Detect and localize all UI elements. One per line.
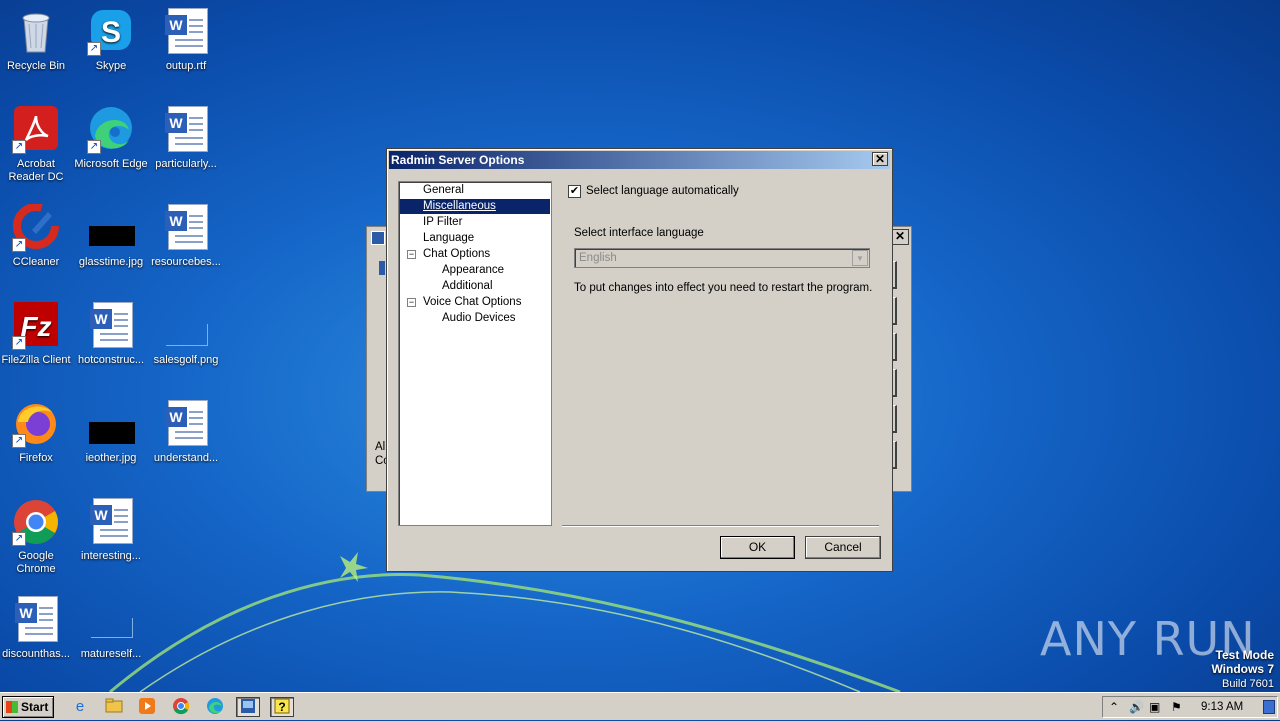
desktop-icon-skype[interactable]: S ↗ Skype — [73, 8, 149, 73]
edge-icon: ↗ — [87, 106, 135, 154]
auto-language-checkbox[interactable]: ✔ — [568, 185, 581, 198]
volume-icon[interactable]: 🔊 — [1129, 700, 1144, 714]
desktop-icon-salesgolf[interactable]: salesgolf.png — [148, 302, 224, 367]
svg-text:S: S — [101, 16, 121, 49]
chevron-up-icon[interactable]: ⌃ — [1109, 700, 1119, 714]
collapse-icon[interactable]: − — [407, 298, 416, 307]
word-document-icon: W — [162, 204, 210, 252]
desktop-icon-chrome[interactable]: ↗ Google Chrome — [0, 498, 74, 576]
chevron-down-icon[interactable]: ▼ — [852, 250, 868, 266]
os-name-text: Windows 7 — [1211, 662, 1274, 676]
tree-item-audio-devices[interactable]: Audio Devices — [440, 311, 518, 326]
options-tree[interactable]: General Miscellaneous IP Filter Language… — [398, 181, 552, 526]
shortcut-arrow-icon: ↗ — [87, 42, 101, 56]
filezilla-icon: Fz ↗ — [12, 302, 60, 350]
auto-language-label: Select language automatically — [586, 185, 739, 197]
chrome-icon: ↗ — [12, 498, 60, 546]
ccleaner-icon: ↗ — [12, 203, 60, 252]
build-text: Build 7601 — [1222, 678, 1274, 690]
word-document-icon: W — [12, 596, 60, 644]
tree-item-chat-options[interactable]: Chat Options — [421, 247, 492, 262]
desktop-icon-hotconstruc[interactable]: W hotconstruc... — [73, 302, 149, 367]
restart-note: To put changes into effect you need to r… — [574, 282, 873, 294]
word-document-icon: W — [87, 498, 135, 546]
edge-icon[interactable] — [203, 697, 227, 717]
desktop-icon-ccleaner[interactable]: ↗ CCleaner — [0, 203, 74, 269]
tree-item-voice-chat-options[interactable]: Voice Chat Options — [421, 295, 523, 310]
image-thumbnail-icon — [87, 204, 135, 252]
shortcut-arrow-icon: ↗ — [12, 434, 26, 448]
radmin-server-options-dialog[interactable]: Radmin Server Options ✕ General Miscella… — [386, 148, 893, 572]
shortcut-arrow-icon: ↗ — [87, 140, 101, 154]
desktop-icon-firefox[interactable]: ↗ Firefox — [0, 400, 74, 465]
svg-text:?: ? — [278, 700, 285, 714]
partial-text: Al — [375, 441, 386, 453]
chrome-icon[interactable] — [169, 697, 193, 717]
title-bar[interactable]: Radmin Server Options ✕ — [389, 151, 890, 169]
taskbar: Start e ? ⌃ 🔊 ▣ ⚑ 9:13 AM — [0, 692, 1280, 720]
tree-item-appearance[interactable]: Appearance — [440, 263, 506, 278]
test-mode-text: Test Mode — [1215, 648, 1274, 662]
language-select[interactable]: English ▼ — [574, 248, 870, 268]
desktop-icon-edge[interactable]: ↗ Microsoft Edge — [73, 106, 149, 171]
show-desktop-icon[interactable] — [1263, 700, 1275, 714]
desktop-icon-interesting[interactable]: W interesting... — [73, 498, 149, 563]
start-button[interactable]: Start — [2, 696, 54, 718]
desktop-icon-resourcebes[interactable]: W resourcebes... — [148, 204, 224, 269]
dialog-title: Radmin Server Options — [391, 153, 525, 167]
tree-item-ip-filter[interactable]: IP Filter — [421, 215, 464, 230]
tree-item-miscellaneous[interactable]: Miscellaneous — [400, 199, 550, 214]
file-explorer-icon[interactable] — [102, 697, 126, 717]
network-icon[interactable]: ▣ — [1149, 700, 1160, 714]
media-player-icon[interactable] — [135, 697, 159, 717]
clock[interactable]: 9:13 AM — [1201, 701, 1243, 713]
close-icon[interactable]: ✕ — [872, 152, 888, 166]
acrobat-icon: ↗ — [12, 106, 60, 154]
interface-language-label: Select interface language — [574, 227, 704, 239]
desktop-icon-ieother[interactable]: ieother.jpg — [73, 400, 149, 465]
word-document-icon: W — [162, 8, 210, 56]
ok-button[interactable]: OK — [720, 536, 795, 559]
radmin-server-taskbar-icon[interactable] — [236, 697, 260, 717]
desktop-icon-filezilla[interactable]: Fz ↗ FileZilla Client — [0, 302, 74, 367]
divider — [562, 525, 879, 527]
image-thumbnail-icon — [87, 596, 135, 644]
recycle-bin-icon — [12, 8, 60, 56]
tree-item-general[interactable]: General — [421, 183, 466, 198]
shortcut-arrow-icon: ↗ — [12, 238, 26, 252]
image-thumbnail-icon — [162, 302, 210, 350]
windows-logo-icon — [6, 701, 18, 713]
image-thumbnail-icon — [87, 400, 135, 448]
desktop-icon-acrobat[interactable]: ↗ Acrobat Reader DC — [0, 106, 74, 184]
tree-item-language[interactable]: Language — [421, 231, 476, 246]
collapse-icon[interactable]: − — [407, 250, 416, 259]
word-document-icon: W — [162, 400, 210, 448]
word-document-icon: W — [87, 302, 135, 350]
help-dialog-taskbar-icon[interactable]: ? — [270, 697, 294, 717]
desktop-icon-outup-rtf[interactable]: W outup.rtf — [148, 8, 224, 73]
internet-explorer-icon[interactable]: e — [68, 697, 92, 717]
desktop-icon-understand[interactable]: W understand... — [148, 400, 224, 465]
desktop-icon-matureself[interactable]: matureself... — [73, 596, 149, 661]
cancel-button[interactable]: Cancel — [805, 536, 881, 559]
start-label: Start — [21, 700, 49, 714]
action-center-flag-icon[interactable]: ⚑ — [1171, 700, 1182, 714]
close-icon[interactable]: ✕ — [891, 229, 909, 245]
shortcut-arrow-icon: ↗ — [12, 532, 26, 546]
shortcut-arrow-icon: ↗ — [12, 336, 26, 350]
bg-window-icon — [379, 261, 385, 275]
system-tray: ⌃ 🔊 ▣ ⚑ 9:13 AM — [1102, 696, 1278, 718]
language-select-value: English — [579, 252, 617, 264]
tree-item-additional[interactable]: Additional — [440, 279, 495, 294]
app-icon — [371, 231, 385, 245]
skype-icon: S ↗ — [87, 8, 135, 56]
desktop-icon-recycle-bin[interactable]: Recycle Bin — [0, 8, 74, 73]
firefox-icon: ↗ — [12, 400, 60, 448]
desktop-icon-glasstime[interactable]: glasstime.jpg — [73, 204, 149, 269]
desktop-icon-discounthas[interactable]: W discounthas... — [0, 596, 74, 661]
desktop-icon-particularly[interactable]: W particularly... — [148, 106, 224, 171]
shortcut-arrow-icon: ↗ — [12, 140, 26, 154]
word-document-icon: W — [162, 106, 210, 154]
